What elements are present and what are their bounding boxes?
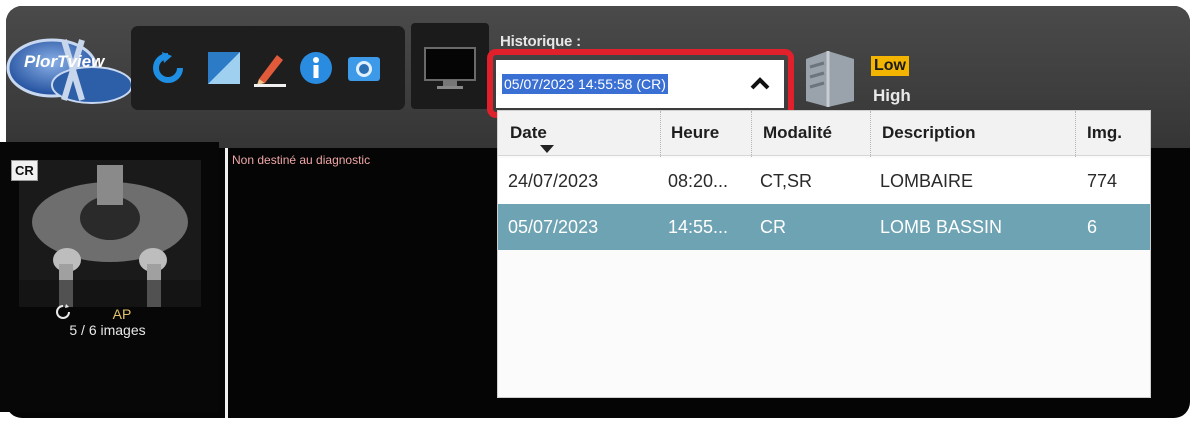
panel-divider[interactable]	[225, 148, 228, 418]
quality-high-option[interactable]: High	[873, 86, 911, 106]
cell-description: LOMBAIRE	[880, 171, 974, 191]
table-header: Date Heure Modalité Description Img.	[498, 111, 1150, 156]
table-row[interactable]: 24/07/2023 08:20... CT,SR LOMBAIRE 774	[498, 158, 1150, 205]
series-description: AP	[112, 306, 132, 322]
app-logo: PlorTview	[4, 30, 142, 114]
history-label: Historique :	[500, 33, 581, 50]
rotate-icon[interactable]	[149, 49, 187, 87]
quality-low-option[interactable]: Low	[871, 56, 909, 76]
cell-time: 08:20...	[668, 171, 729, 191]
image-adjust-icon[interactable]	[205, 49, 243, 87]
info-icon[interactable]	[297, 49, 335, 87]
camera-icon[interactable]	[345, 49, 383, 87]
diagnostic-warning: Non destiné au diagnostic	[232, 153, 371, 167]
series-thumbnail[interactable]	[19, 160, 201, 307]
sort-desc-icon	[538, 141, 556, 153]
cell-images: 774	[1087, 171, 1118, 191]
cell-images: 6	[1087, 217, 1098, 237]
archive-icon[interactable]	[798, 47, 862, 109]
cell-description: LOMB BASSIN	[880, 217, 1003, 237]
history-highlight-frame	[487, 49, 794, 118]
logo-text: PlorTview	[24, 52, 105, 71]
history-dropdown-table: Date Heure Modalité Description Img. 24/…	[497, 110, 1151, 398]
cell-time: 14:55...	[668, 217, 729, 237]
pencil-icon[interactable]	[251, 49, 289, 87]
monitor-icon[interactable]	[411, 23, 489, 109]
tool-group	[131, 26, 405, 110]
cell-modality: CR	[760, 217, 786, 237]
cell-date: 24/07/2023	[508, 171, 599, 191]
col-modality[interactable]: Modalité	[763, 123, 832, 143]
cell-modality: CT,SR	[760, 171, 813, 191]
series-image-count: 5 / 6 images	[69, 322, 146, 338]
col-date[interactable]: Date	[510, 123, 547, 143]
col-time[interactable]: Heure	[671, 123, 719, 143]
table-row-selected[interactable]: 05/07/2023 14:55... CR LOMB BASSIN 6	[498, 204, 1150, 250]
col-description[interactable]: Description	[882, 123, 976, 143]
col-images[interactable]: Img.	[1087, 123, 1122, 143]
modality-badge: CR	[11, 160, 38, 181]
cell-date: 05/07/2023	[508, 217, 599, 237]
